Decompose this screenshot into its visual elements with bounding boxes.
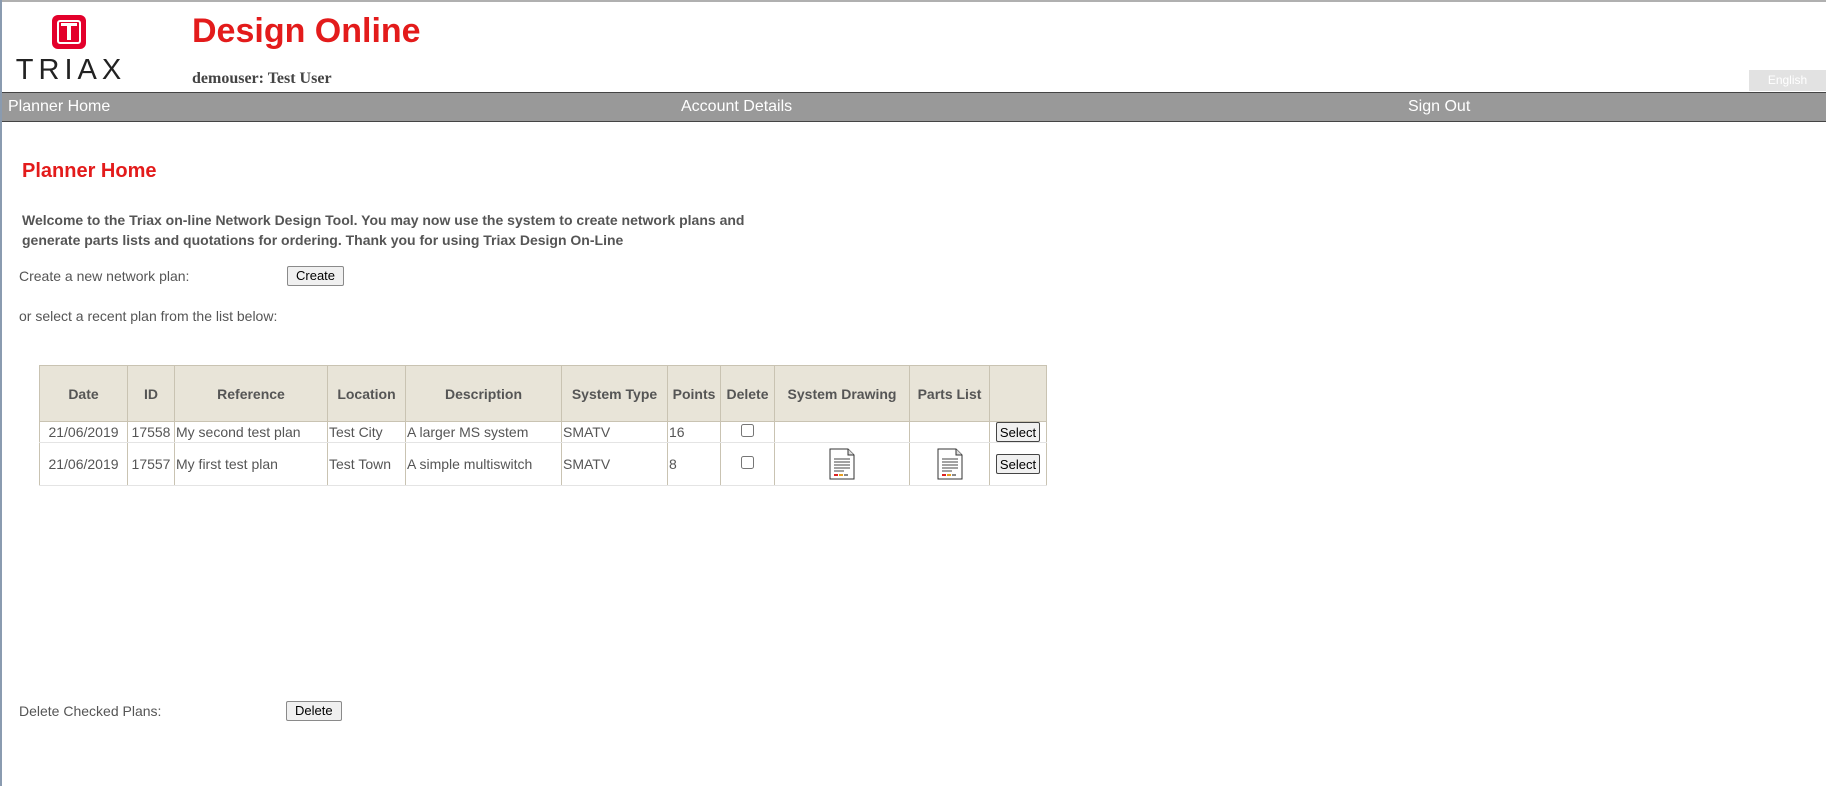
col-system-type: System Type (561, 365, 668, 422)
nav-account-details[interactable]: Account Details (681, 93, 792, 121)
triax-logo: TRIAX (12, 15, 130, 86)
cell-system-drawing (774, 421, 910, 443)
col-select (989, 365, 1047, 422)
cell-id: 17557 (127, 442, 175, 486)
select-recent-label: or select a recent plan from the list be… (19, 308, 278, 324)
nav-sign-out[interactable]: Sign Out (1408, 93, 1470, 121)
cell-date: 21/06/2019 (39, 421, 128, 443)
col-location: Location (327, 365, 406, 422)
delete-checked-label: Delete Checked Plans: (19, 703, 162, 719)
cell-delete (720, 421, 775, 443)
cell-system-type: SMATV (561, 421, 668, 443)
page-title: Planner Home (22, 160, 157, 182)
plans-table: Date ID Reference Location Description S… (39, 365, 1047, 486)
triax-logo-icon (52, 15, 86, 49)
cell-description: A larger MS system (405, 421, 562, 443)
cell-reference: My second test plan (174, 421, 328, 443)
col-delete: Delete (720, 365, 775, 422)
col-id: ID (127, 365, 175, 422)
main-nav: Planner Home Account Details Sign Out (2, 92, 1826, 122)
cell-delete (720, 442, 775, 486)
cell-location: Test Town (327, 442, 406, 486)
cell-system-type: SMATV (561, 442, 668, 486)
parts-list-document-icon[interactable] (937, 448, 963, 480)
system-drawing-document-icon[interactable] (829, 448, 855, 480)
col-points: Points (667, 365, 721, 422)
cell-date: 21/06/2019 (39, 442, 128, 486)
table-header-row: Date ID Reference Location Description S… (39, 365, 1047, 422)
table-row: 21/06/2019 17558 My second test plan Tes… (39, 421, 1047, 443)
select-button[interactable]: Select (995, 422, 1041, 442)
app-title: Design Online (192, 12, 421, 50)
cell-select: Select (989, 442, 1047, 486)
select-button[interactable]: Select (995, 454, 1041, 474)
cell-select: Select (989, 421, 1047, 443)
language-selector[interactable]: English (1749, 70, 1826, 91)
col-system-drawing: System Drawing (774, 365, 910, 422)
delete-checkbox[interactable] (741, 456, 754, 469)
cell-points: 16 (667, 421, 721, 443)
cell-parts-list (909, 421, 990, 443)
cell-system-drawing (774, 442, 910, 486)
delete-button[interactable]: Delete (286, 701, 342, 721)
cell-id: 17558 (127, 421, 175, 443)
cell-description: A simple multiswitch (405, 442, 562, 486)
cell-location: Test City (327, 421, 406, 443)
user-info: demouser: Test User (192, 70, 332, 87)
welcome-text: Welcome to the Triax on-line Network Des… (22, 212, 745, 248)
delete-checkbox[interactable] (741, 424, 754, 437)
logo-text: TRIAX (15, 54, 127, 86)
create-label: Create a new network plan: (19, 268, 190, 284)
col-date: Date (39, 365, 128, 422)
window-top-border (0, 0, 1826, 2)
col-description: Description (405, 365, 562, 422)
nav-planner-home[interactable]: Planner Home (8, 93, 110, 121)
create-button[interactable]: Create (287, 266, 345, 286)
col-parts-list: Parts List (909, 365, 990, 422)
cell-parts-list (909, 442, 990, 486)
table-row: 21/06/2019 17557 My first test plan Test… (39, 442, 1047, 486)
cell-points: 8 (667, 442, 721, 486)
cell-reference: My first test plan (174, 442, 328, 486)
col-reference: Reference (174, 365, 328, 422)
